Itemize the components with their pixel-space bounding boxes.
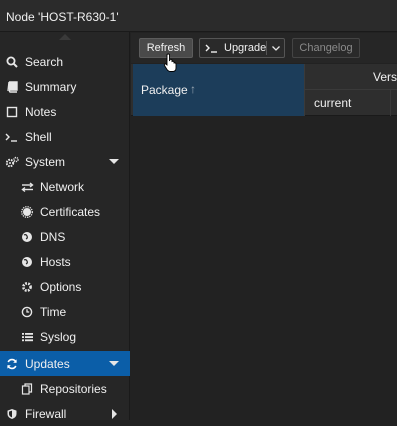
sidebar-item-label: DNS bbox=[40, 229, 66, 244]
sidebar-item-network[interactable]: Network bbox=[0, 174, 130, 199]
chevron-down-icon[interactable] bbox=[271, 42, 281, 57]
sidebar-item-updates[interactable]: Updates bbox=[0, 351, 130, 376]
window-title: Node 'HOST-R630-1' bbox=[6, 10, 119, 24]
certificate-icon bbox=[20, 205, 34, 218]
upgrade-label: Upgrade bbox=[224, 42, 267, 54]
refresh-icon bbox=[5, 358, 19, 370]
title-bar: Node 'HOST-R630-1' bbox=[0, 0, 397, 32]
hand-cursor-icon bbox=[163, 53, 179, 76]
sidebar-item-label: Network bbox=[40, 179, 85, 194]
sidebar-item-notes[interactable]: Notes bbox=[0, 99, 130, 124]
sidebar-item-summary[interactable]: Summary bbox=[0, 74, 130, 99]
sidebar-item-label: Notes bbox=[25, 104, 57, 119]
sidebar-item-system[interactable]: System bbox=[0, 149, 130, 174]
column-header-package[interactable]: Package ↑ bbox=[133, 64, 305, 116]
split-divider bbox=[266, 41, 267, 55]
gears-icon bbox=[5, 156, 19, 168]
sidebar-item-label: Repositories bbox=[40, 381, 107, 396]
changelog-button[interactable]: Changelog bbox=[292, 38, 360, 58]
sidebar-item-syslog[interactable]: Syslog bbox=[0, 324, 130, 349]
shield-icon bbox=[5, 408, 19, 420]
column-label: Package bbox=[141, 83, 188, 97]
globe-icon bbox=[20, 231, 34, 243]
chevron-down-icon bbox=[109, 159, 119, 164]
sidebar-scroll-caret bbox=[59, 34, 71, 40]
sidebar-item-label: Shell bbox=[25, 129, 52, 144]
sidebar-item-label: Syslog bbox=[40, 329, 77, 344]
column-header-version-group: Versi bbox=[305, 64, 397, 90]
sidebar-item-label: Time bbox=[40, 304, 67, 319]
sidebar-item-search[interactable]: Search bbox=[0, 49, 130, 74]
column-label: Versi bbox=[373, 70, 397, 84]
sidebar-item-label: Updates bbox=[25, 356, 70, 371]
grid-body bbox=[131, 116, 397, 420]
sidebar-item-certificates[interactable]: Certificates bbox=[0, 199, 130, 224]
sidebar-item-hosts[interactable]: Hosts bbox=[0, 249, 130, 274]
files-icon bbox=[20, 382, 34, 395]
sidebar-item-label: Hosts bbox=[40, 254, 71, 269]
column-header-current[interactable]: current bbox=[305, 90, 391, 116]
sidebar-item-label: Options bbox=[40, 279, 82, 294]
chevron-down-icon bbox=[109, 361, 119, 366]
search-icon bbox=[5, 56, 19, 68]
sidebar-item-label: Summary bbox=[25, 79, 77, 94]
upgrade-button[interactable]: Upgrade bbox=[199, 38, 285, 58]
sidebar-item-label: Certificates bbox=[40, 204, 101, 219]
globe-icon bbox=[20, 256, 34, 268]
sidebar-item-firewall[interactable]: Firewall bbox=[0, 401, 130, 426]
sort-ascending-icon: ↑ bbox=[190, 82, 196, 96]
sidebar-item-options[interactable]: Options bbox=[0, 274, 130, 299]
exchange-icon bbox=[20, 181, 34, 193]
sidebar-item-shell[interactable]: Shell bbox=[0, 124, 130, 149]
sidebar-item-repositories[interactable]: Repositories bbox=[0, 376, 130, 401]
gear-icon bbox=[20, 281, 34, 293]
sidebar-item-label: System bbox=[25, 154, 66, 169]
terminal-icon bbox=[205, 42, 219, 54]
terminal-icon bbox=[5, 131, 19, 143]
sidebar-item-dns[interactable]: DNS bbox=[0, 224, 130, 249]
sidebar-item-label: Firewall bbox=[25, 406, 67, 421]
note-icon bbox=[5, 106, 19, 118]
column-label: current bbox=[314, 96, 352, 110]
sidebar-item-label: Search bbox=[25, 54, 64, 69]
clock-icon bbox=[20, 306, 34, 318]
book-icon bbox=[5, 80, 19, 93]
chevron-right-icon bbox=[112, 409, 117, 419]
list-icon bbox=[20, 331, 34, 343]
sidebar-item-time[interactable]: Time bbox=[0, 299, 130, 324]
